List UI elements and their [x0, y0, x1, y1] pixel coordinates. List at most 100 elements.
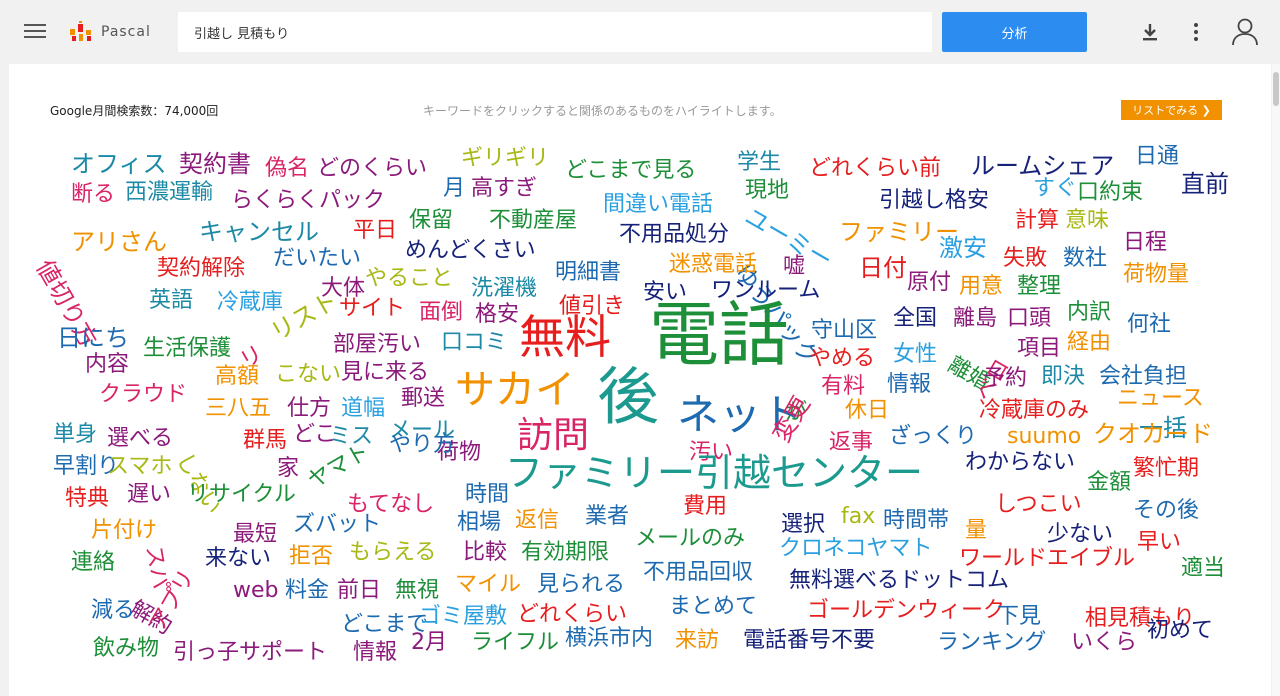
keyword-8[interactable]: ルームシェア	[971, 154, 1114, 178]
keyword-24[interactable]: 保留	[409, 210, 453, 232]
keyword-72[interactable]: やめる	[809, 348, 875, 370]
keyword-21[interactable]: 引越し格安	[879, 190, 989, 212]
keyword-77[interactable]: 内容	[85, 354, 129, 376]
keyword-129[interactable]: 時間	[465, 484, 509, 506]
keyword-64[interactable]: 口頭	[1007, 308, 1051, 330]
keyword-101[interactable]: 単身	[53, 424, 97, 446]
keyword-98[interactable]: ニュース	[1117, 388, 1204, 410]
keyword-42[interactable]: 迷惑電話	[669, 254, 757, 276]
keyword-94[interactable]: 郵送	[401, 388, 445, 410]
keyword-154[interactable]: 早い	[1137, 532, 1181, 554]
keyword-17[interactable]: 口約束	[1077, 182, 1143, 204]
keyword-31[interactable]: 不用品処分	[619, 224, 729, 246]
keyword-104[interactable]: 群馬	[243, 430, 287, 452]
keyword-15[interactable]: 直前	[1181, 172, 1229, 196]
keyword-157[interactable]: 料金	[285, 580, 329, 602]
keyword-159[interactable]: 無視	[395, 580, 439, 602]
keyword-108[interactable]: 訪問	[517, 418, 589, 454]
keyword-58[interactable]: 格安	[475, 304, 519, 326]
keyword-86[interactable]: 会社負担	[1099, 366, 1187, 388]
keyword-87[interactable]: クラウド	[99, 384, 187, 406]
search-box[interactable]	[178, 12, 932, 52]
analyze-button[interactable]: 分析	[942, 12, 1087, 52]
keyword-48[interactable]: 洗濯機	[471, 278, 537, 300]
keyword-127[interactable]: リサイクル	[187, 484, 296, 506]
keyword-91[interactable]: 三八五	[205, 398, 271, 420]
keyword-44[interactable]: 日付	[859, 256, 907, 280]
keyword-112[interactable]: suumo	[1007, 426, 1081, 448]
keyword-113[interactable]: クオカード	[1093, 422, 1213, 446]
keyword-180[interactable]: ライフル	[471, 632, 559, 654]
keyword-11[interactable]: 西濃運輸	[125, 182, 213, 204]
download-icon[interactable]	[1136, 18, 1164, 46]
keyword-61[interactable]: 守山区	[811, 320, 877, 342]
keyword-156[interactable]: web	[233, 580, 279, 602]
keyword-126[interactable]: 遅い	[127, 484, 171, 506]
keyword-179[interactable]: 2月	[411, 632, 447, 654]
keyword-3[interactable]: どのくらい	[317, 158, 427, 180]
keyword-30[interactable]: めんどくさい	[405, 240, 536, 262]
keyword-45[interactable]: 荷物量	[1123, 264, 1189, 286]
keyword-140[interactable]: fax	[841, 506, 875, 528]
keyword-52[interactable]: 用意	[959, 276, 1003, 298]
keyword-9[interactable]: 日通	[1135, 146, 1179, 168]
keyword-143[interactable]: 量	[965, 520, 987, 542]
keyword-175[interactable]: 初めて	[1147, 620, 1213, 642]
keyword-85[interactable]: 即決	[1041, 366, 1085, 388]
keyword-174[interactable]: 来訪	[675, 630, 719, 652]
keyword-5[interactable]: どこまで見る	[565, 160, 696, 182]
keyword-165[interactable]: 減る	[91, 600, 135, 622]
keyword-152[interactable]: クロネコヤマト	[779, 538, 933, 560]
keyword-176[interactable]: 飲み物	[93, 638, 159, 660]
keyword-97[interactable]: 冷蔵庫のみ	[979, 400, 1089, 422]
keyword-54[interactable]: 冷蔵庫	[217, 292, 283, 314]
keyword-63[interactable]: 離島	[953, 308, 997, 330]
keyword-0[interactable]: オフィス	[71, 152, 167, 176]
keyword-183[interactable]: ランキング	[937, 632, 1046, 654]
keyword-25[interactable]: 不動産屋	[489, 210, 577, 232]
keyword-84[interactable]: 予約	[983, 368, 1027, 390]
keyword-146[interactable]: 来ない	[205, 548, 271, 570]
keyword-73[interactable]: 女性	[893, 344, 937, 366]
keyword-26[interactable]: 計算	[1015, 210, 1059, 232]
keyword-139[interactable]: 業者	[585, 506, 629, 528]
keyword-76[interactable]: 経由	[1067, 332, 1111, 354]
keyword-14[interactable]: 現地	[745, 180, 789, 202]
keyword-181[interactable]: 横浜市内	[565, 628, 653, 650]
keyword-161[interactable]: 見られる	[537, 574, 625, 596]
keyword-135[interactable]: 最短	[233, 524, 277, 546]
keyword-120[interactable]: 繁忙期	[1133, 458, 1199, 480]
keyword-28[interactable]: アリさん	[71, 230, 167, 254]
keyword-56[interactable]: サイト	[339, 298, 405, 320]
keyword-170[interactable]: ゴールデンウィーク	[807, 600, 1005, 622]
keyword-102[interactable]: 選べる	[107, 428, 173, 450]
keyword-79[interactable]: こない	[275, 364, 341, 386]
keyword-164[interactable]: 適当	[1181, 558, 1225, 580]
keyword-123[interactable]: ファミリー引越センター	[505, 454, 923, 492]
keyword-182[interactable]: 電話番号不要	[743, 630, 875, 652]
keyword-122[interactable]: やり方	[389, 434, 455, 456]
keyword-33[interactable]: 日程	[1123, 232, 1167, 254]
keyword-136[interactable]: ズバット	[293, 514, 381, 536]
keyword-92[interactable]: 仕方	[287, 398, 331, 420]
keyword-69[interactable]: 口コミ	[441, 332, 507, 354]
keyword-158[interactable]: 前日	[337, 580, 381, 602]
keyword-132[interactable]: 費用	[683, 496, 727, 518]
keyword-71[interactable]: 電話	[649, 300, 789, 370]
keyword-10[interactable]: 断る	[71, 184, 115, 206]
keyword-177[interactable]: 引っ子サポート	[173, 642, 327, 664]
keyword-115[interactable]: スマホ	[107, 456, 172, 478]
keyword-80[interactable]: 見に来る	[341, 362, 429, 384]
keyword-27[interactable]: 意味	[1065, 210, 1109, 232]
keyword-148[interactable]: もらえる	[349, 542, 436, 564]
keyword-133[interactable]: その後	[1133, 500, 1199, 522]
keyword-184[interactable]: いくら	[1071, 632, 1137, 654]
keyword-12[interactable]: 月	[443, 178, 465, 200]
keyword-43[interactable]: 嘘	[783, 256, 805, 278]
keyword-39[interactable]: 契約解除	[157, 258, 245, 280]
vertical-scrollbar[interactable]	[1272, 64, 1280, 696]
keyword-162[interactable]: 不用品回収	[643, 562, 753, 584]
search-input[interactable]	[178, 12, 932, 52]
keyword-68[interactable]: 部屋汚い	[333, 334, 421, 356]
keyword-169[interactable]: まとめて	[669, 596, 757, 618]
